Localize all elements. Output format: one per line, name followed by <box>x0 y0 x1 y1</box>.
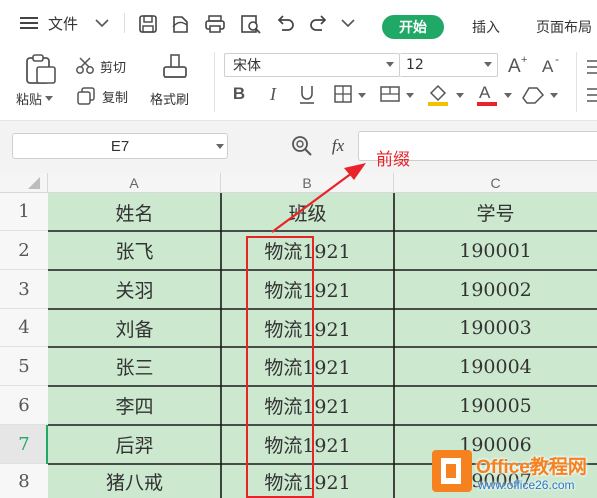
zoom-lookup-icon[interactable] <box>288 133 316 159</box>
name-box[interactable]: E7 <box>12 133 228 159</box>
paste-button[interactable]: 粘贴 <box>16 88 54 108</box>
annotation-text: 前缀 <box>376 150 410 170</box>
copy-icon[interactable] <box>76 86 96 106</box>
hamburger-menu-icon[interactable] <box>18 14 40 32</box>
font-color-dropdown-icon[interactable] <box>502 90 514 100</box>
cut-button[interactable]: 剪切 <box>100 56 126 76</box>
tab-insert[interactable]: 插入 <box>464 15 508 39</box>
increase-font-size-icon[interactable]: A + <box>506 52 530 76</box>
watermark-url-text: www.office26.com <box>478 478 575 492</box>
watermark-url: www.office26.com <box>478 478 575 492</box>
menu-divider <box>124 13 125 33</box>
chevron-down-icon[interactable] <box>92 15 112 31</box>
fill-color-dropdown-icon[interactable] <box>454 90 466 100</box>
borders-icon[interactable] <box>332 82 354 106</box>
toolbar-divider-right <box>576 52 577 112</box>
font-size-value: 12 <box>406 57 424 73</box>
watermark-brand-text: Office教程网 <box>476 457 587 478</box>
ribbon-toolbar: 粘贴 剪切 复制 格式刷 宋体 12 A + A- B I A <box>0 44 597 121</box>
underline-icon[interactable] <box>296 82 318 106</box>
align-left-icon[interactable] <box>584 84 597 106</box>
italic-icon[interactable]: I <box>262 82 284 106</box>
paste-label: 粘贴 <box>16 92 43 108</box>
tab-page-layout[interactable]: 页面布局 <box>536 15 592 39</box>
file-menu-label: 文件 <box>48 14 79 33</box>
format-painter-label: 格式刷 <box>150 92 190 108</box>
svg-text:A: A <box>479 83 491 102</box>
align-top-icon[interactable] <box>584 56 597 78</box>
borders-dropdown-icon[interactable] <box>356 90 368 100</box>
cut-label: 剪切 <box>100 60 127 76</box>
font-size-dropdown-icon[interactable] <box>482 58 494 70</box>
fill-color-icon[interactable] <box>424 80 452 108</box>
bold-icon[interactable]: B <box>228 82 250 106</box>
watermark-brand: Office教程网 <box>476 452 587 479</box>
tab-home[interactable]: 开始 <box>382 15 444 39</box>
fx-label: fx <box>331 136 345 155</box>
file-menu[interactable]: 文件 <box>48 12 78 34</box>
redo-icon[interactable] <box>306 13 332 35</box>
tab-page-layout-label: 页面布局 <box>536 20 592 36</box>
annotation-label: 前缀 <box>376 145 410 170</box>
tab-insert-label: 插入 <box>472 20 500 36</box>
clear-format-icon[interactable] <box>520 82 546 106</box>
tab-home-label: 开始 <box>399 20 427 36</box>
name-box-dropdown-icon[interactable] <box>214 141 226 151</box>
svg-text:+: + <box>521 54 527 66</box>
merge-cells-icon[interactable] <box>378 82 402 106</box>
copy-label: 复制 <box>102 90 129 106</box>
toolbar-divider <box>214 52 215 112</box>
export-pdf-icon[interactable] <box>168 13 194 35</box>
undo-icon[interactable] <box>272 13 298 35</box>
watermark: Office教程网 www.office26.com <box>426 448 597 498</box>
prefix-highlight-box <box>246 236 314 498</box>
font-name-value: 宋体 <box>233 58 261 74</box>
copy-button[interactable]: 复制 <box>102 86 128 106</box>
font-color-icon[interactable]: A <box>474 80 500 108</box>
formula-bar: E7 fx <box>0 121 597 173</box>
office-logo-icon <box>432 450 472 492</box>
name-box-value: E7 <box>110 137 130 155</box>
insert-function-button[interactable]: fx <box>324 133 352 159</box>
quick-access-dropdown-icon[interactable] <box>338 15 358 31</box>
menu-bar: 文件 开始 插入 页面布局 <box>0 0 597 44</box>
font-name-dropdown-icon[interactable] <box>384 58 396 70</box>
cut-icon[interactable] <box>74 56 96 76</box>
merge-dropdown-icon[interactable] <box>404 90 416 100</box>
clear-format-dropdown-icon[interactable] <box>548 90 560 100</box>
paste-icon[interactable] <box>20 52 60 86</box>
format-painter-icon[interactable] <box>158 52 192 86</box>
save-icon[interactable] <box>136 13 160 35</box>
font-name-select[interactable]: 宋体 <box>224 53 400 77</box>
svg-text:A: A <box>508 56 521 75</box>
format-painter-button[interactable]: 格式刷 <box>150 88 189 108</box>
print-preview-icon[interactable] <box>238 13 264 35</box>
svg-text:A: A <box>542 57 554 75</box>
svg-text:-: - <box>555 53 559 66</box>
decrease-font-size-icon[interactable]: A- <box>540 52 564 76</box>
print-icon[interactable] <box>202 13 228 35</box>
